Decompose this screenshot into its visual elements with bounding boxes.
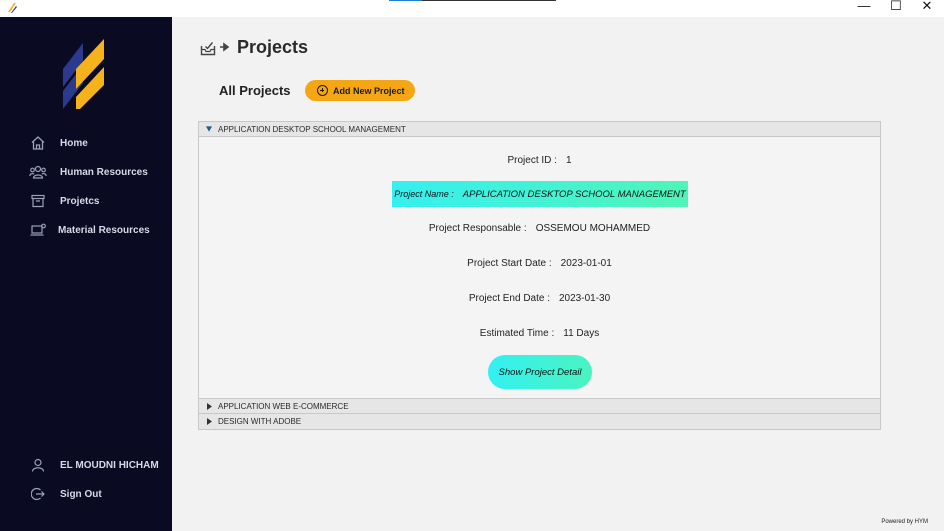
sidebar-item-label: Projetcs bbox=[60, 195, 100, 207]
sidebar-item-human-resources[interactable]: Human Resources bbox=[0, 160, 172, 184]
project-id-label: Project ID : bbox=[507, 155, 557, 166]
collapsed-triangle-icon bbox=[206, 402, 212, 410]
all-projects-label: All Projects bbox=[219, 83, 291, 98]
project-id-value: 1 bbox=[565, 155, 572, 166]
add-circle-icon bbox=[317, 85, 328, 96]
sidebar-signout-label: Sign Out bbox=[60, 488, 102, 500]
sidebar-item-label: Home bbox=[60, 137, 88, 149]
projects-accordion: APPLICATION DESKTOP SCHOOL MANAGEMENT Pr… bbox=[198, 121, 881, 430]
minimize-button[interactable]: — bbox=[849, 0, 879, 14]
project-start-value: 2023-01-01 bbox=[560, 258, 612, 269]
brand-logo bbox=[63, 39, 104, 109]
project-responsable-value: OSSEMOU MOHAMMED bbox=[535, 223, 651, 234]
user-icon bbox=[29, 456, 47, 474]
project-name-value: APPLICATION DESKTOP SCHOOL MANAGEMENT bbox=[462, 188, 686, 200]
sidebar-item-home[interactable]: Home bbox=[0, 131, 172, 155]
project-estimated-value: 11 Days bbox=[563, 328, 600, 339]
people-icon bbox=[29, 163, 47, 181]
project-end-row: Project End Date : 2023-01-30 bbox=[199, 293, 880, 304]
main-content: Projects All Projects Add New Project AP… bbox=[172, 17, 944, 531]
project-panel-title: APPLICATION WEB E-COMMERCE bbox=[218, 401, 349, 411]
add-new-project-label: Add New Project bbox=[333, 85, 405, 96]
sidebar-item-projects[interactable]: Projetcs bbox=[0, 189, 172, 213]
project-responsable-row: Project Responsable : OSSEMOU MOHAMMED bbox=[199, 223, 880, 234]
sidebar-item-label: Human Resources bbox=[60, 166, 148, 178]
project-name-banner: Project Name : APPLICATION DESKTOP SCHOOL… bbox=[392, 181, 688, 207]
signout-icon bbox=[29, 485, 47, 503]
project-name-label: Project Name : bbox=[394, 189, 454, 199]
add-new-project-button[interactable]: Add New Project bbox=[305, 80, 415, 101]
collapsed-triangle-icon bbox=[206, 418, 212, 425]
maximize-button[interactable]: ☐ bbox=[881, 0, 911, 14]
page-title: Projects bbox=[237, 37, 309, 57]
sidebar-user-label: EL MOUDNI HICHAM bbox=[60, 459, 159, 471]
project-start-label: Project Start Date : bbox=[467, 258, 552, 269]
close-button[interactable]: ✕ bbox=[912, 0, 942, 14]
sidebar-user[interactable]: EL MOUDNI HICHAM bbox=[0, 453, 172, 477]
project-panel-body: Project ID : 1 Project Name : APPLICATION … bbox=[198, 137, 881, 398]
project-id-row: Project ID : 1 bbox=[199, 155, 880, 166]
expanded-triangle-icon bbox=[206, 126, 212, 132]
project-estimated-label: Estimated Time : bbox=[479, 328, 555, 339]
project-start-row: Project Start Date : 2023-01-01 bbox=[199, 258, 880, 269]
project-panel-header[interactable]: APPLICATION WEB E-COMMERCE bbox=[198, 398, 881, 414]
project-panel-header[interactable]: DESIGN WITH ADOBE bbox=[198, 414, 881, 430]
sidebar: Home Human Resources Projetcs Material R… bbox=[0, 17, 172, 531]
titlebar-accent-line bbox=[389, 0, 556, 1]
project-end-label: Project End Date : bbox=[468, 293, 550, 304]
sidebar-item-label: Material Resources bbox=[58, 224, 150, 236]
laptop-icon bbox=[29, 221, 47, 239]
project-estimated-row: Estimated Time : 11 Days bbox=[199, 328, 880, 339]
window-titlebar: — ☐ ✕ bbox=[0, 0, 944, 17]
home-icon bbox=[29, 134, 47, 152]
project-end-value: 2023-01-30 bbox=[559, 293, 611, 304]
sidebar-item-material-resources[interactable]: Material Resources bbox=[0, 218, 172, 242]
app-logo-icon bbox=[8, 3, 17, 13]
show-project-detail-button[interactable]: Show Project Detail bbox=[488, 355, 592, 389]
sidebar-signout[interactable]: Sign Out bbox=[0, 482, 172, 506]
project-panel-header[interactable]: APPLICATION DESKTOP SCHOOL MANAGEMENT bbox=[198, 121, 881, 137]
project-panel-title: APPLICATION DESKTOP SCHOOL MANAGEMENT bbox=[218, 124, 406, 134]
archive-icon bbox=[29, 192, 47, 210]
powered-by-footer: Powered by HYM bbox=[881, 519, 928, 525]
inbox-arrow-icon bbox=[200, 42, 230, 56]
project-panel-title: DESIGN WITH ADOBE bbox=[218, 417, 302, 426]
project-responsable-label: Project Responsable : bbox=[428, 223, 527, 234]
